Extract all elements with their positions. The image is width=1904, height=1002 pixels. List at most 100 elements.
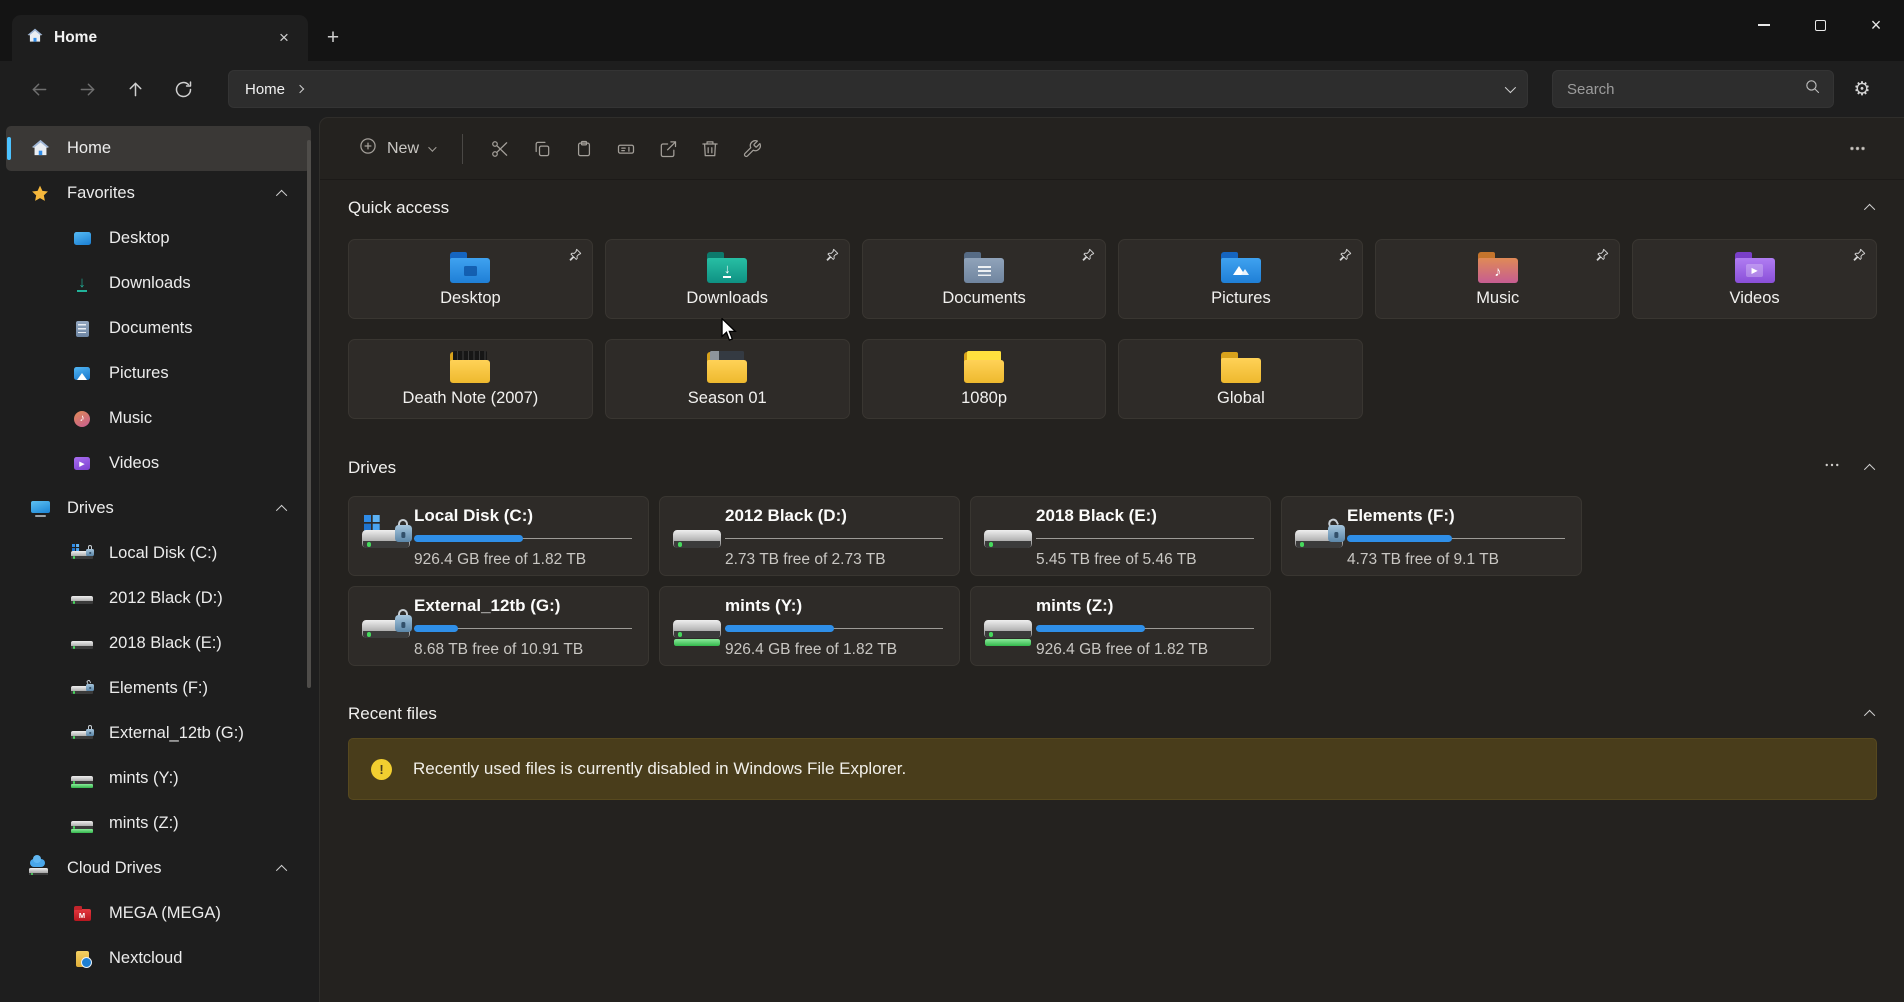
plus-circle-icon — [358, 136, 378, 161]
home-icon — [28, 138, 52, 159]
warning-icon: ! — [371, 759, 392, 780]
forward-button[interactable] — [70, 72, 104, 106]
sidebar-item-drive-d[interactable]: 2012 Black (D:) — [6, 576, 311, 621]
sidebar-item-desktop[interactable]: Desktop — [6, 216, 311, 261]
see-more-button[interactable] — [1836, 129, 1878, 169]
settings-gear-button[interactable]: ⚙ — [1842, 70, 1882, 108]
new-button[interactable]: New — [348, 128, 444, 169]
drive-mint-icon — [70, 769, 94, 789]
sidebar-section-favorites[interactable]: Favorites — [6, 171, 311, 216]
tab-home[interactable]: Home × — [12, 15, 308, 61]
sidebar-section-drives[interactable]: Drives — [6, 486, 311, 531]
drive-card-c[interactable]: Local Disk (C:) 926.4 GB free of 1.82 TB — [348, 496, 649, 576]
pictures-icon — [70, 367, 94, 380]
chevron-down-icon — [428, 143, 436, 151]
pin-icon[interactable] — [1851, 247, 1867, 268]
quick-access-folder[interactable]: 1080p — [862, 339, 1107, 419]
refresh-button[interactable] — [166, 72, 200, 106]
quick-access-music[interactable]: ♪ Music — [1375, 239, 1620, 319]
sidebar-item-videos[interactable]: ▶ Videos — [6, 441, 311, 486]
share-button[interactable] — [647, 129, 689, 169]
file-explorer-window: Home × + × Home — [0, 0, 1904, 1002]
copy-button[interactable] — [521, 129, 563, 169]
sidebar-item-drive-z[interactable]: mints (Z:) — [6, 801, 311, 846]
close-button[interactable]: × — [1848, 0, 1904, 50]
desktop-icon — [70, 232, 94, 245]
delete-button[interactable] — [689, 129, 731, 169]
drive-locked-icon — [70, 724, 94, 744]
collapse-chevron-icon[interactable] — [276, 504, 287, 515]
videos-icon: ▶ — [70, 457, 94, 470]
nextcloud-folder-icon — [70, 951, 94, 967]
drives-more-button[interactable] — [1823, 456, 1841, 479]
drive-card-g[interactable]: External_12tb (G:) 8.68 TB free of 10.91… — [348, 586, 649, 666]
folder-downloads-icon: ↓ — [707, 250, 747, 283]
drive-card-y[interactable]: mints (Y:) 926.4 GB free of 1.82 TB — [659, 586, 960, 666]
sidebar-section-cloud-drives[interactable]: Cloud Drives — [6, 846, 311, 891]
up-button[interactable] — [118, 72, 152, 106]
address-dropdown-icon[interactable] — [1505, 82, 1516, 93]
quick-access-pictures[interactable]: Pictures — [1118, 239, 1363, 319]
search-input[interactable] — [1567, 81, 1804, 98]
address-bar[interactable]: Home — [228, 70, 1528, 108]
quick-access-folder[interactable]: Death Note (2007) — [348, 339, 593, 419]
quick-access-folder[interactable]: Season 01 — [605, 339, 850, 419]
command-bar: New — [320, 118, 1904, 180]
minimize-button[interactable] — [1736, 0, 1792, 50]
pin-icon[interactable] — [1594, 247, 1610, 268]
capacity-bar — [1036, 625, 1254, 633]
back-button[interactable] — [22, 72, 56, 106]
pin-icon[interactable] — [1080, 247, 1096, 268]
drive-card-f[interactable]: Elements (F:) 4.73 TB free of 9.1 TB — [1281, 496, 1582, 576]
sidebar-item-drive-g[interactable]: External_12tb (G:) — [6, 711, 311, 756]
collapse-chevron-icon[interactable] — [276, 189, 287, 200]
quick-access-downloads[interactable]: ↓ Downloads — [605, 239, 850, 319]
share-icon — [658, 139, 678, 159]
sidebar-item-downloads[interactable]: ↓ Downloads — [6, 261, 311, 306]
sidebar-item-pictures[interactable]: Pictures — [6, 351, 311, 396]
sidebar-item-mega[interactable]: M MEGA (MEGA) — [6, 891, 311, 936]
folder-videos-icon: ▶ — [1735, 250, 1775, 283]
collapse-chevron-icon[interactable] — [276, 864, 287, 875]
cut-button[interactable] — [479, 129, 521, 169]
collapse-chevron-icon[interactable] — [1864, 204, 1875, 215]
sidebar-scrollbar[interactable] — [307, 140, 311, 688]
quick-access-folder[interactable]: Global — [1118, 339, 1363, 419]
cloud-drive-icon — [28, 860, 52, 877]
drive-card-d[interactable]: 2012 Black (D:) 2.73 TB free of 2.73 TB — [659, 496, 960, 576]
sidebar-item-documents[interactable]: Documents — [6, 306, 311, 351]
properties-button[interactable] — [731, 129, 773, 169]
drive-bitlocker-icon — [358, 515, 414, 558]
sidebar-item-drive-y[interactable]: mints (Y:) — [6, 756, 311, 801]
wrench-icon — [742, 139, 762, 159]
downloads-icon: ↓ — [70, 276, 94, 292]
breadcrumb[interactable]: Home — [245, 81, 285, 98]
collapse-chevron-icon[interactable] — [1864, 463, 1875, 474]
pin-icon[interactable] — [824, 247, 840, 268]
search-box[interactable] — [1552, 70, 1834, 108]
search-icon — [1804, 78, 1821, 100]
sidebar-item-music[interactable]: ♪ Music — [6, 396, 311, 441]
maximize-button[interactable] — [1792, 0, 1848, 50]
sidebar-item-drive-f[interactable]: Elements (F:) — [6, 666, 311, 711]
drive-card-z[interactable]: mints (Z:) 926.4 GB free of 1.82 TB — [970, 586, 1271, 666]
drive-card-e[interactable]: 2018 Black (E:) 5.45 TB free of 5.46 TB — [970, 496, 1271, 576]
copy-icon — [532, 139, 552, 159]
quick-access-desktop[interactable]: Desktop — [348, 239, 593, 319]
rename-button[interactable] — [605, 129, 647, 169]
quick-access-videos[interactable]: ▶ Videos — [1632, 239, 1877, 319]
new-tab-button[interactable]: + — [316, 21, 350, 55]
sidebar-item-drive-c[interactable]: Local Disk (C:) — [6, 531, 311, 576]
collapse-chevron-icon[interactable] — [1864, 710, 1875, 721]
quick-access-documents[interactable]: Documents — [862, 239, 1107, 319]
pin-icon[interactable] — [1337, 247, 1353, 268]
paste-button[interactable] — [563, 129, 605, 169]
pin-icon[interactable] — [567, 247, 583, 268]
folder-documents-icon — [964, 250, 1004, 283]
tab-close-icon[interactable]: × — [270, 24, 298, 52]
sidebar-item-home[interactable]: Home — [6, 126, 311, 171]
quick-access-grid: Desktop ↓ Downloads Documents Pictures — [320, 239, 1904, 419]
sidebar-item-nextcloud[interactable]: Nextcloud — [6, 936, 311, 981]
folder-icon — [1221, 350, 1261, 383]
sidebar-item-drive-e[interactable]: 2018 Black (E:) — [6, 621, 311, 666]
